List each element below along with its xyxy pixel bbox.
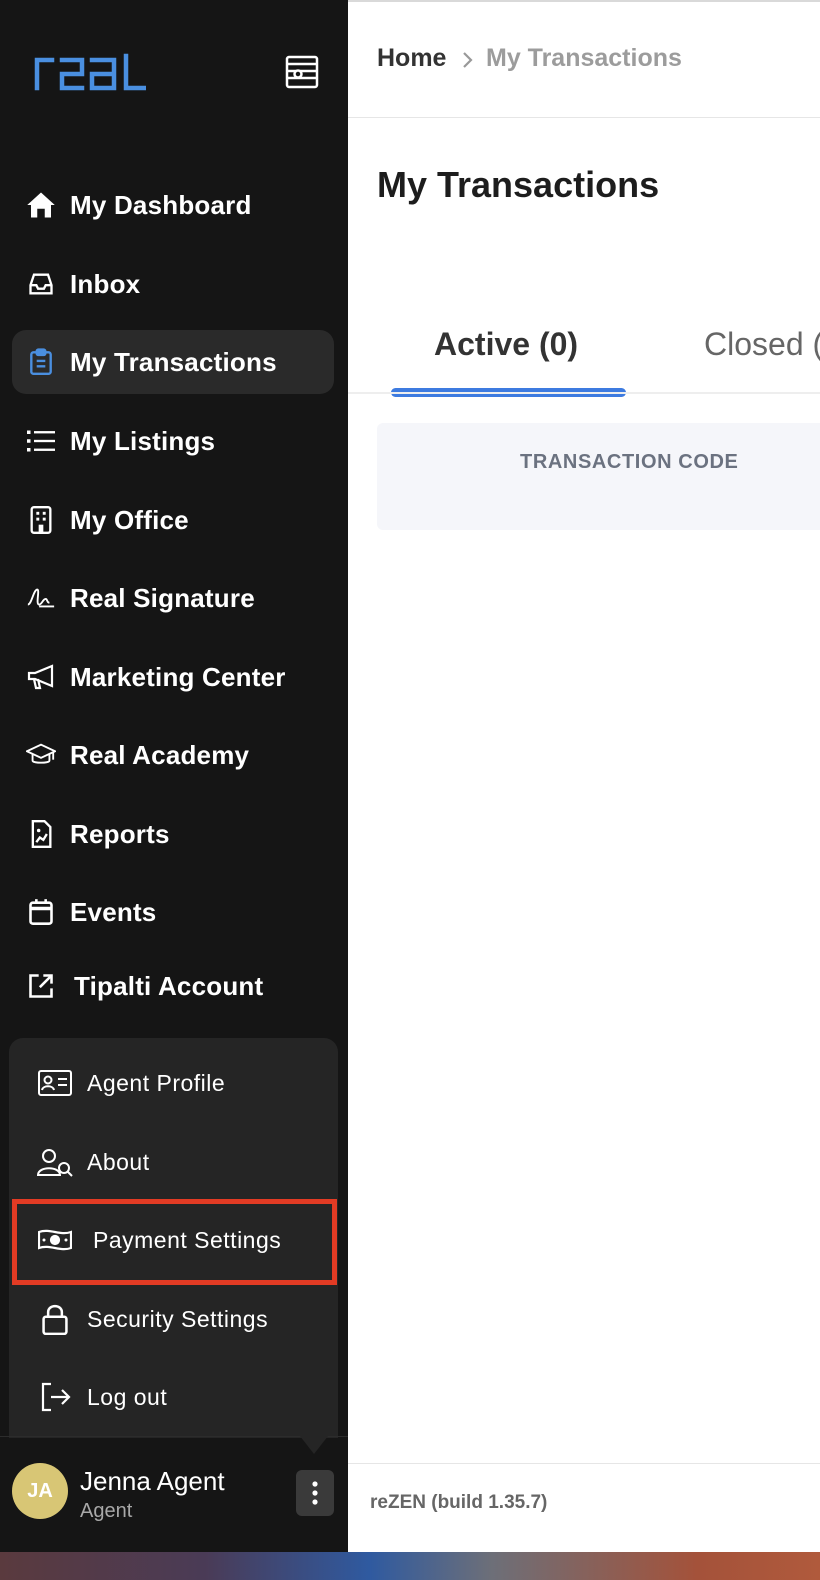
menu-item-agent-profile[interactable]: Agent Profile (9, 1044, 338, 1122)
sidebar-item-label: My Transactions (70, 346, 277, 377)
main-content: Home My Transactions My Transactions Act… (348, 0, 820, 1552)
real-logo[interactable] (34, 52, 147, 92)
inbox-icon (26, 269, 56, 299)
sidebar-item-label: Reports (70, 818, 170, 849)
tab-closed[interactable]: Closed ( (704, 326, 820, 363)
topbar: Home My Transactions (348, 0, 820, 118)
clipboard-icon (26, 347, 56, 377)
sidebar-item-events[interactable]: Events (12, 880, 334, 944)
sidebar-item-my-office[interactable]: My Office (12, 488, 334, 552)
user-name: Jenna Agent (80, 1466, 225, 1496)
sidebar-item-label: My Office (70, 504, 189, 535)
menu-item-log-out[interactable]: Log out (9, 1358, 338, 1436)
sidebar-collapse-icon[interactable] (282, 52, 322, 92)
sidebar-item-real-academy[interactable]: Real Academy (12, 723, 334, 787)
sidebar-item-label: Marketing Center (70, 661, 286, 692)
menu-caret (300, 1436, 328, 1454)
sidebar-item-real-signature[interactable]: Real Signature (12, 566, 334, 630)
column-header-transaction-code[interactable]: TRANSACTION CODE (520, 451, 739, 474)
more-options-icon[interactable] (296, 1470, 334, 1516)
list-icon (26, 426, 56, 456)
menu-item-label: Agent Profile (87, 1069, 226, 1096)
sidebar-item-my-dashboard[interactable]: My Dashboard (12, 173, 334, 237)
page-title: My Transactions (377, 164, 660, 205)
tab-active[interactable]: Active (0) (434, 326, 578, 363)
sidebar-item-inbox[interactable]: Inbox (12, 252, 334, 316)
sidebar: My Dashboard Inbox My Transactions My Li… (0, 0, 348, 1552)
chevron-right-icon (459, 50, 475, 70)
sidebar-item-tipalti-account[interactable]: Tipalti Account (12, 954, 334, 1018)
lock-icon (37, 1303, 73, 1335)
sidebar-item-label: Tipalti Account (74, 970, 264, 1001)
user-role: Agent (80, 1500, 133, 1522)
sidebar-item-my-listings[interactable]: My Listings (12, 409, 334, 473)
report-icon (26, 819, 56, 849)
breadcrumb-current: My Transactions (486, 44, 682, 72)
sidebar-item-marketing-center[interactable]: Marketing Center (12, 645, 334, 709)
menu-item-about[interactable]: About (9, 1123, 338, 1201)
external-link-icon (26, 971, 56, 1001)
graduation-cap-icon (26, 740, 56, 770)
sidebar-item-label: Events (70, 896, 157, 927)
sidebar-item-label: My Listings (70, 425, 216, 456)
calendar-icon (26, 897, 56, 927)
breadcrumb-home[interactable]: Home (377, 44, 446, 73)
sidebar-item-label: Real Academy (70, 739, 250, 770)
menu-item-label: Log out (87, 1383, 168, 1410)
user-search-icon (37, 1146, 73, 1178)
sidebar-item-my-transactions[interactable]: My Transactions (12, 330, 334, 394)
sidebar-item-label: Real Signature (70, 582, 255, 613)
build-version: reZEN (build 1.35.7) (370, 1492, 548, 1513)
tabs-divider (348, 392, 820, 394)
menu-item-label: About (87, 1148, 150, 1175)
payment-settings-highlight (12, 1199, 337, 1285)
sidebar-item-label: Inbox (70, 268, 141, 299)
signature-icon (26, 583, 56, 613)
table-header: TRANSACTION CODE (377, 423, 820, 530)
menu-item-security-settings[interactable]: Security Settings (9, 1280, 338, 1358)
app-window: My Dashboard Inbox My Transactions My Li… (0, 0, 820, 1552)
sidebar-item-reports[interactable]: Reports (12, 802, 334, 866)
avatar[interactable]: JA (12, 1463, 68, 1519)
home-icon (26, 190, 56, 220)
footer-divider (348, 1463, 820, 1464)
building-icon (26, 505, 56, 535)
sidebar-item-label: My Dashboard (70, 189, 252, 220)
menu-item-label: Security Settings (87, 1305, 269, 1332)
megaphone-icon (26, 662, 56, 692)
id-card-icon (37, 1067, 73, 1099)
logout-icon (37, 1381, 73, 1413)
